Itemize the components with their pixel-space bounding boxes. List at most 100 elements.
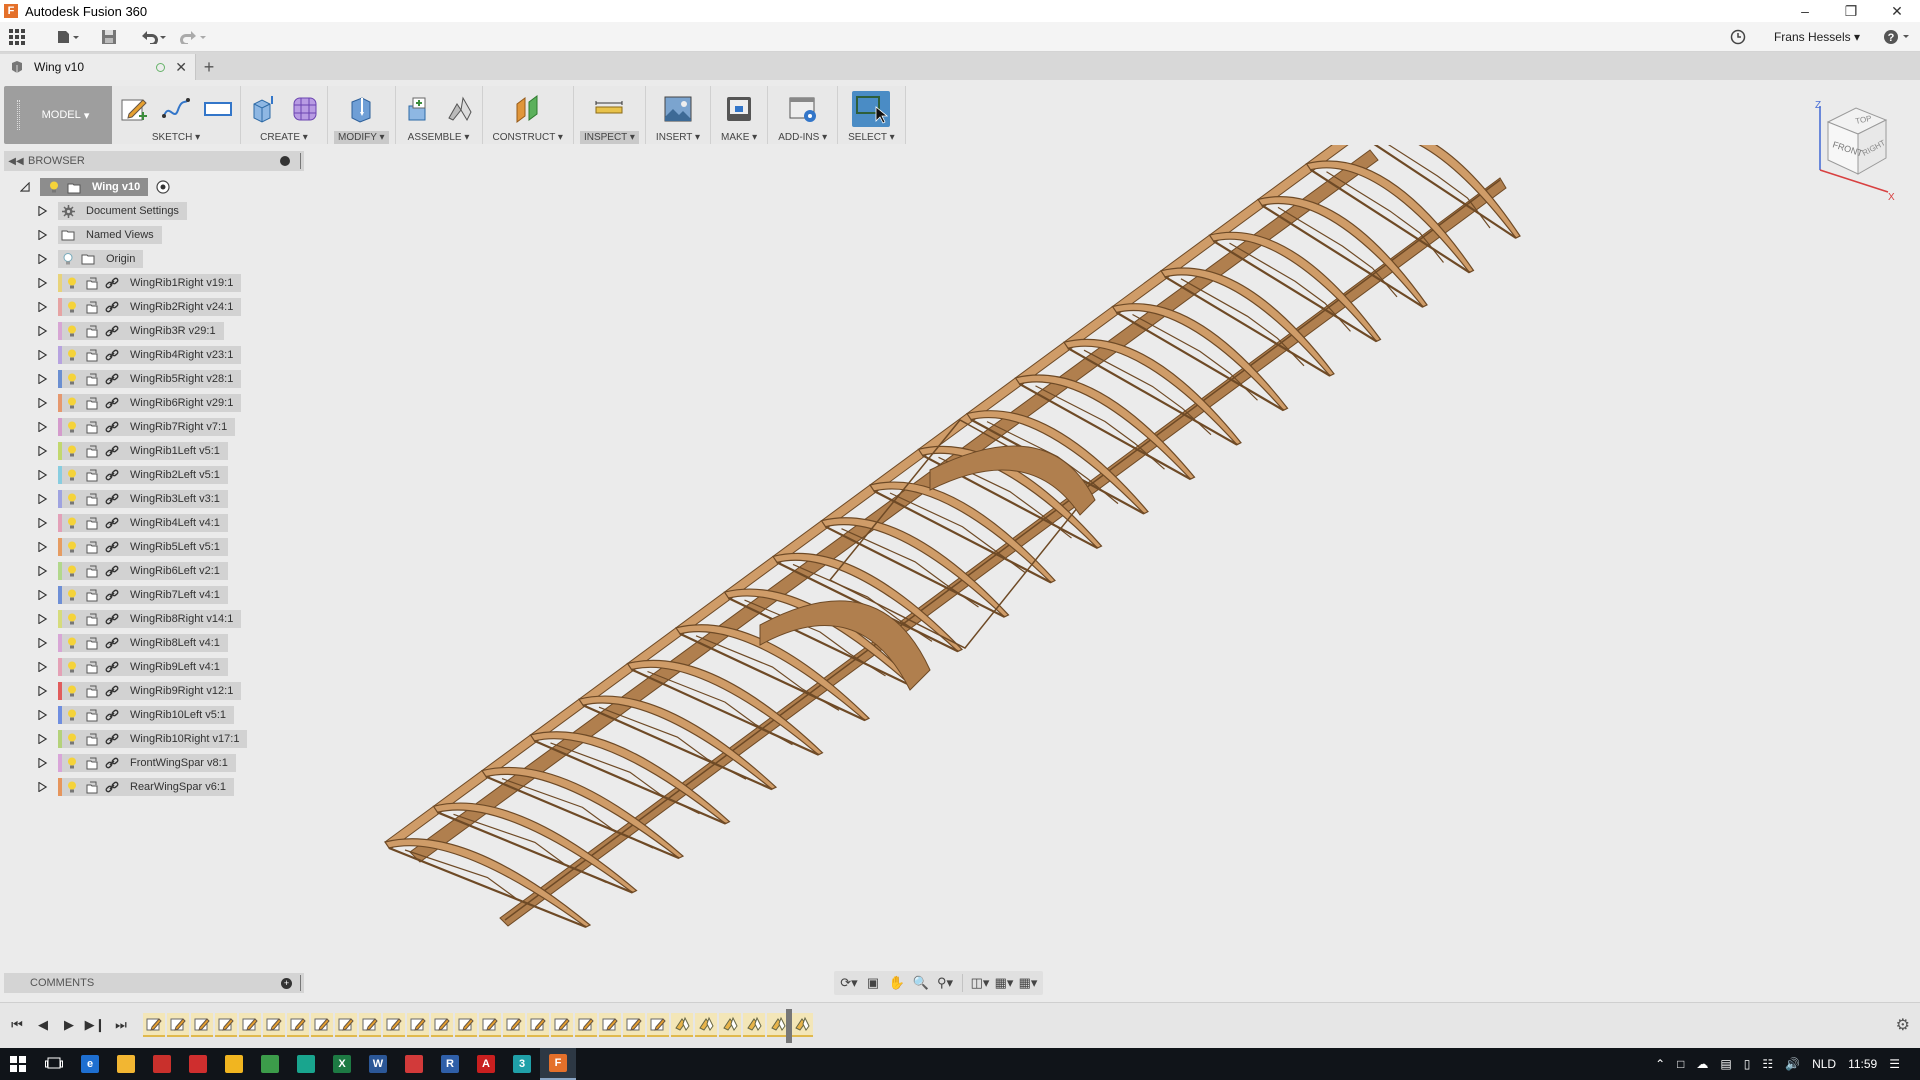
pan-icon[interactable]: ✋	[886, 973, 908, 993]
insert-image-icon[interactable]	[662, 93, 694, 125]
app-red2-icon[interactable]	[396, 1048, 432, 1080]
3d-print-icon[interactable]	[723, 93, 755, 125]
insert-group-label[interactable]: INSERT ▾	[652, 131, 704, 144]
help-icon[interactable]: ?	[1880, 25, 1914, 49]
timeline-sketch-step[interactable]	[503, 1013, 525, 1037]
visibility-bulb-icon[interactable]	[62, 706, 82, 724]
expand-triangle-icon[interactable]	[38, 422, 48, 432]
expand-triangle-icon[interactable]	[38, 302, 48, 312]
visibility-bulb-icon[interactable]	[62, 322, 82, 340]
timeline-sketch-step[interactable]	[527, 1013, 549, 1037]
timeline-sketch-step[interactable]	[407, 1013, 429, 1037]
add-comment-icon[interactable]: +	[281, 977, 292, 989]
visibility-bulb-icon[interactable]	[62, 754, 82, 772]
tray-overflow-icon[interactable]: ⌃	[1655, 1057, 1665, 1071]
tray-clock[interactable]: 11:59	[1848, 1057, 1877, 1071]
app-yellow-icon[interactable]	[216, 1048, 252, 1080]
visibility-bulb-icon[interactable]	[62, 394, 82, 412]
expand-triangle-icon[interactable]	[38, 686, 48, 696]
visibility-bulb-icon[interactable]	[62, 562, 82, 580]
addins-group-label[interactable]: ADD-INS ▾	[774, 131, 831, 144]
file-menu-icon[interactable]	[48, 25, 88, 49]
timeline-joint-step[interactable]	[791, 1013, 813, 1037]
modify-group-label[interactable]: MODIFY ▾	[334, 131, 389, 144]
tray-language[interactable]: NLD	[1812, 1057, 1836, 1071]
timeline-prev-icon[interactable]: ◀	[34, 1015, 52, 1035]
workspace-switcher[interactable]: MODEL ▾	[4, 86, 112, 144]
visibility-bulb-icon[interactable]	[62, 490, 82, 508]
activate-radio-icon[interactable]	[156, 179, 176, 195]
expand-triangle-icon[interactable]	[38, 278, 48, 288]
timeline-start-icon[interactable]: ⏮	[8, 1015, 26, 1035]
app-teal-icon[interactable]	[288, 1048, 324, 1080]
inspect-group-label[interactable]: INSPECT ▾	[579, 131, 639, 144]
tray-volume-icon[interactable]: 🔊	[1785, 1057, 1800, 1071]
expand-triangle-icon[interactable]	[38, 662, 48, 672]
fusion-icon[interactable]: F	[540, 1048, 576, 1080]
look-at-icon[interactable]: ▣	[862, 973, 884, 993]
view-cube[interactable]: TOP FRONT RIGHT Z X	[1808, 100, 1898, 200]
form-icon[interactable]	[289, 93, 321, 125]
save-icon[interactable]	[94, 25, 124, 49]
browser-minimize-icon[interactable]	[280, 156, 290, 166]
visibility-bulb-icon[interactable]	[44, 178, 64, 196]
close-icon[interactable]: ✕	[1874, 0, 1920, 22]
visibility-bulb-icon[interactable]	[62, 298, 82, 316]
timeline-sketch-step[interactable]	[335, 1013, 357, 1037]
expand-triangle-icon[interactable]	[38, 710, 48, 720]
measure-icon[interactable]	[593, 93, 625, 125]
restore-icon[interactable]: ❐	[1828, 0, 1874, 22]
select-icon[interactable]	[852, 91, 891, 127]
timeline-sketch-step[interactable]	[599, 1013, 621, 1037]
timeline-sketch-step[interactable]	[575, 1013, 597, 1037]
start-icon[interactable]	[0, 1048, 36, 1080]
timeline-sketch-step[interactable]	[167, 1013, 189, 1037]
orbit-icon[interactable]: ⟳▾	[838, 973, 860, 993]
tray-network-icon[interactable]: ☷	[1762, 1057, 1773, 1071]
timeline-joint-step[interactable]	[695, 1013, 717, 1037]
minimize-icon[interactable]: –	[1782, 0, 1828, 22]
expand-triangle-icon[interactable]	[38, 566, 48, 576]
timeline-sketch-step[interactable]	[143, 1013, 165, 1037]
tray-security-icon[interactable]: ▤	[1720, 1057, 1731, 1071]
select-group-label[interactable]: SELECT ▾	[844, 131, 899, 144]
expand-triangle-icon[interactable]	[38, 446, 48, 456]
expand-triangle-icon[interactable]	[38, 782, 48, 792]
timeline-joint-step[interactable]	[671, 1013, 693, 1037]
explorer-icon[interactable]	[108, 1048, 144, 1080]
tray-cloud-icon[interactable]: ☁	[1696, 1057, 1708, 1071]
visibility-bulb-icon[interactable]	[62, 610, 82, 628]
undo-icon[interactable]	[134, 25, 174, 49]
sketch-group-label[interactable]: SKETCH ▾	[148, 131, 204, 144]
visibility-bulb-icon[interactable]	[62, 466, 82, 484]
grid-icon[interactable]: ▦▾	[993, 973, 1015, 993]
timeline-settings-gear-icon[interactable]: ⚙	[1896, 1015, 1910, 1035]
timeline-sketch-step[interactable]	[311, 1013, 333, 1037]
timeline-sketch-step[interactable]	[191, 1013, 213, 1037]
expand-triangle-icon[interactable]	[38, 734, 48, 744]
expand-triangle-icon[interactable]	[38, 326, 48, 336]
expand-triangle-icon[interactable]	[38, 398, 48, 408]
rectangle-icon[interactable]	[202, 93, 234, 125]
action-center-icon[interactable]: ☰	[1889, 1057, 1900, 1071]
timeline-sketch-step[interactable]	[263, 1013, 285, 1037]
zoom-icon[interactable]: 🔍	[910, 973, 932, 993]
new-component-icon[interactable]	[402, 93, 434, 125]
expand-triangle-icon[interactable]	[38, 350, 48, 360]
collapse-triangle-icon[interactable]	[20, 182, 30, 192]
timeline-sketch-step[interactable]	[647, 1013, 669, 1037]
timeline-sketch-step[interactable]	[455, 1013, 477, 1037]
app-circle-icon[interactable]	[180, 1048, 216, 1080]
expand-triangle-icon[interactable]	[38, 614, 48, 624]
timeline-joint-step[interactable]	[719, 1013, 741, 1037]
wing-model[interactable]	[384, 145, 1521, 929]
viewports-icon[interactable]: ▦▾	[1017, 973, 1039, 993]
timeline-sketch-step[interactable]	[551, 1013, 573, 1037]
create-sketch-icon[interactable]	[118, 93, 150, 125]
close-tab-icon[interactable]: ✕	[175, 59, 187, 76]
timeline-end-icon[interactable]: ⏭	[112, 1015, 130, 1035]
visibility-bulb-icon[interactable]	[62, 658, 82, 676]
assemble-group-label[interactable]: ASSEMBLE ▾	[404, 131, 474, 144]
make-group-label[interactable]: MAKE ▾	[717, 131, 761, 144]
tray-battery-icon[interactable]: ▯	[1744, 1057, 1751, 1071]
